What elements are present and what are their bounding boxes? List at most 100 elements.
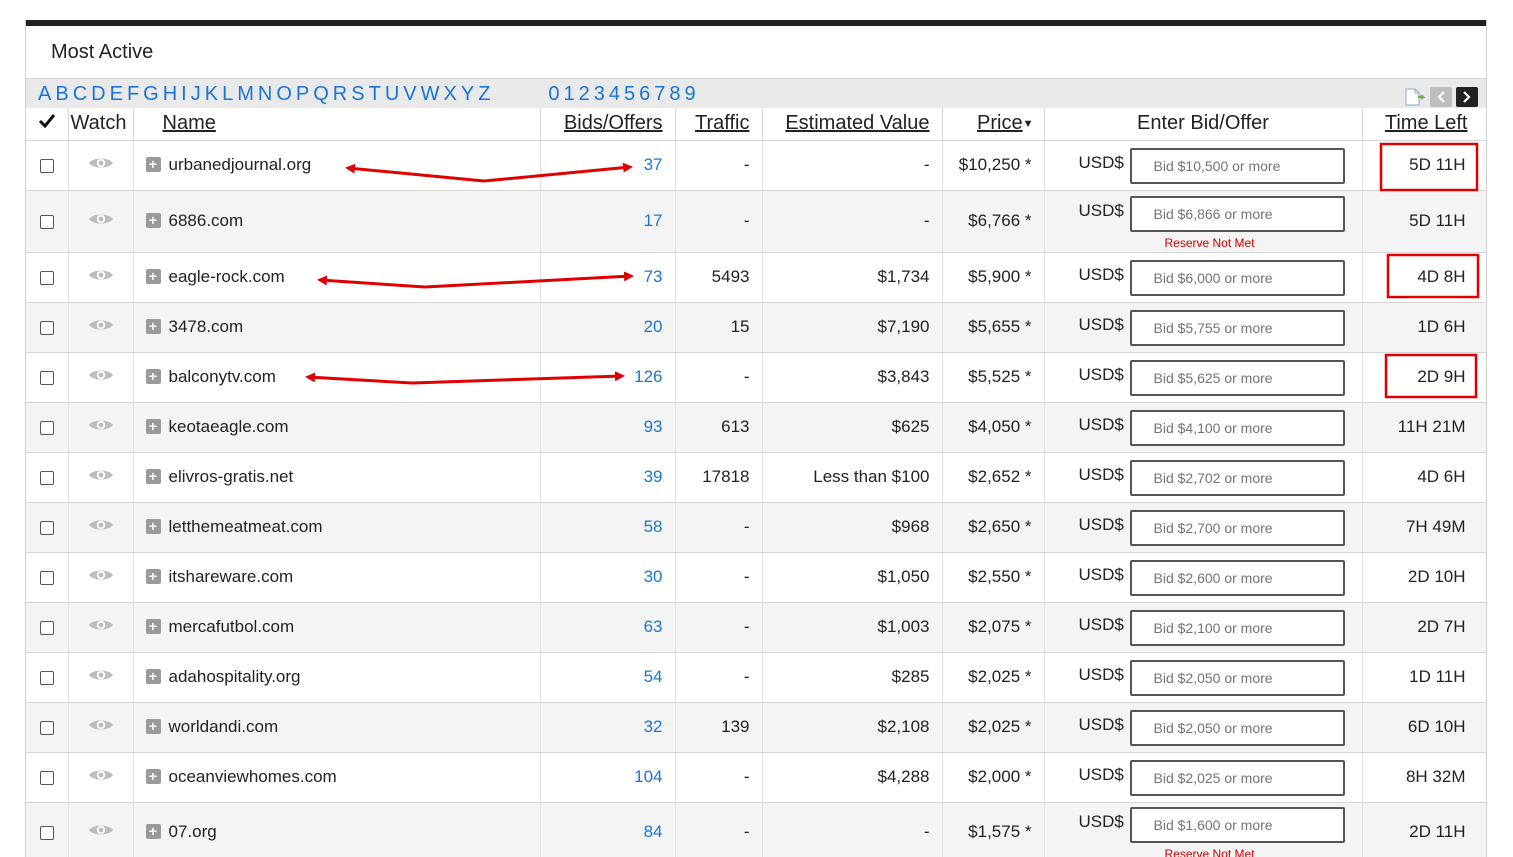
next-page-icon[interactable] [1456,87,1478,107]
bids-count[interactable]: 39 [540,452,676,503]
expand-plus-icon[interactable]: + [145,769,161,784]
letter-filter-u[interactable]: U [385,83,399,105]
row-select-checkbox[interactable] [39,620,54,635]
bid-amount-input[interactable] [1129,147,1345,184]
domain-name[interactable]: letthemeatmeat.com [169,517,323,536]
domain-name[interactable]: eagle-rock.com [169,267,285,286]
domain-name[interactable]: oceanviewhomes.com [169,767,337,786]
digit-filter-9[interactable]: 9 [685,83,696,105]
letter-filter-i[interactable]: I [181,83,187,105]
letter-filter-j[interactable]: J [191,83,201,105]
domain-name[interactable]: 07.org [169,822,217,841]
letter-filter-x[interactable]: X [444,83,457,105]
bid-amount-input[interactable] [1129,609,1345,646]
export-icon[interactable] [1404,87,1426,107]
letter-filter-r[interactable]: R [333,83,347,105]
bid-amount-input[interactable] [1129,259,1345,296]
expand-plus-icon[interactable]: + [145,319,161,334]
digit-filter-0[interactable]: 0 [548,83,559,105]
letter-filter-s[interactable]: S [351,83,364,105]
digit-filter-1[interactable]: 1 [564,83,575,105]
watch-eye-icon[interactable] [88,467,114,488]
letter-filter-c[interactable]: C [73,83,87,105]
row-select-checkbox[interactable] [39,670,54,685]
digit-filter-3[interactable]: 3 [594,83,605,105]
bid-amount-input[interactable] [1129,659,1345,696]
row-select-checkbox[interactable] [39,370,54,385]
letter-filter-q[interactable]: Q [313,83,329,105]
expand-plus-icon[interactable]: + [145,369,161,384]
bid-amount-input[interactable] [1129,759,1345,796]
letter-filter-l[interactable]: L [222,83,233,105]
row-select-checkbox[interactable] [39,825,54,840]
bids-count[interactable]: 37 [540,140,676,191]
letter-filter-o[interactable]: O [276,83,292,105]
watch-eye-icon[interactable] [88,155,114,176]
bid-amount-input[interactable] [1129,359,1345,396]
column-header-bids[interactable]: Bids/Offers [540,108,676,141]
watch-eye-icon[interactable] [88,822,114,843]
letter-filter-m[interactable]: M [237,83,254,105]
watch-eye-icon[interactable] [88,767,114,788]
digit-filter-8[interactable]: 8 [669,83,680,105]
bids-count[interactable]: 84 [540,802,676,857]
letter-filter-e[interactable]: E [110,83,123,105]
row-select-checkbox[interactable] [39,214,54,229]
letter-filter-v[interactable]: V [403,83,416,105]
watch-eye-icon[interactable] [88,267,114,288]
letter-filter-y[interactable]: Y [461,83,474,105]
bids-count[interactable]: 104 [540,752,676,803]
expand-plus-icon[interactable]: + [145,419,161,434]
letter-filter-d[interactable]: D [91,83,105,105]
bid-amount-input[interactable] [1129,459,1345,496]
domain-name[interactable]: worldandi.com [169,717,279,736]
digit-filter-4[interactable]: 4 [609,83,620,105]
letter-filter-g[interactable]: G [143,83,159,105]
bid-amount-input[interactable] [1129,509,1345,546]
expand-plus-icon[interactable]: + [145,569,161,584]
row-select-checkbox[interactable] [39,270,54,285]
bids-count[interactable]: 93 [540,402,676,453]
digit-filter-7[interactable]: 7 [654,83,665,105]
bid-amount-input[interactable] [1129,806,1345,843]
watch-eye-icon[interactable] [88,367,114,388]
expand-plus-icon[interactable]: + [145,469,161,484]
expand-plus-icon[interactable]: + [145,619,161,634]
column-header-name[interactable]: Name [133,108,541,141]
row-select-checkbox[interactable] [39,470,54,485]
row-select-checkbox[interactable] [39,158,54,173]
bids-count[interactable]: 20 [540,302,676,353]
domain-name[interactable]: itshareware.com [169,567,294,586]
bids-count[interactable]: 17 [540,190,676,253]
watch-eye-icon[interactable] [88,211,114,232]
domain-name[interactable]: 3478.com [169,317,244,336]
letter-filter-b[interactable]: B [55,83,68,105]
letter-filter-p[interactable]: P [296,83,309,105]
watch-eye-icon[interactable] [88,317,114,338]
letter-filter-z[interactable]: Z [478,83,490,105]
bids-count[interactable]: 58 [540,502,676,553]
letter-filter-k[interactable]: K [205,83,218,105]
bid-amount-input[interactable] [1129,709,1345,746]
watch-eye-icon[interactable] [88,617,114,638]
domain-name[interactable]: elivros-gratis.net [169,467,294,486]
column-header-traffic[interactable]: Traffic [675,108,763,141]
previous-page-icon[interactable] [1430,87,1452,107]
select-all-check-icon[interactable] [26,108,69,141]
column-header-time-left[interactable]: Time Left [1362,108,1486,141]
row-select-checkbox[interactable] [39,320,54,335]
bids-count[interactable]: 32 [540,702,676,753]
domain-name[interactable]: urbanedjournal.org [169,155,312,174]
watch-eye-icon[interactable] [88,667,114,688]
row-select-checkbox[interactable] [39,720,54,735]
digit-filter-6[interactable]: 6 [639,83,650,105]
watch-eye-icon[interactable] [88,417,114,438]
digit-filter-2[interactable]: 2 [579,83,590,105]
column-header-price[interactable]: Price▼ [942,108,1045,141]
domain-name[interactable]: adahospitality.org [169,667,301,686]
expand-plus-icon[interactable]: + [145,669,161,684]
expand-plus-icon[interactable]: + [145,269,161,284]
price-header-label[interactable]: Price [977,112,1023,134]
letter-filter-h[interactable]: H [163,83,177,105]
digit-filter-5[interactable]: 5 [624,83,635,105]
